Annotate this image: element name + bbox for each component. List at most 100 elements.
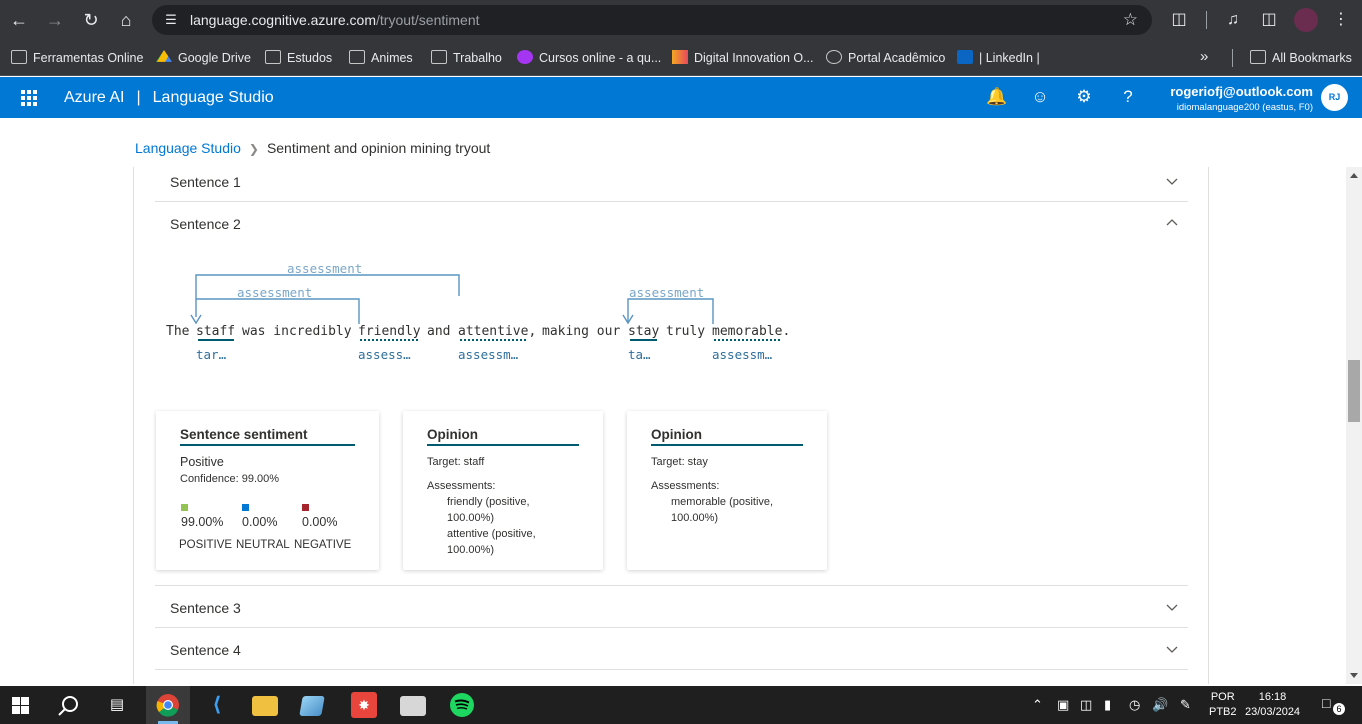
back-arrow-icon[interactable]: ← bbox=[7, 8, 31, 32]
opinion-card: Opinion Target: stay Assessments: memora… bbox=[627, 411, 827, 570]
bookmark-label: Portal Acadêmico bbox=[848, 51, 946, 65]
system-clock[interactable]: 16:18 23/03/2024 bbox=[1245, 690, 1300, 720]
neutral-legend-swatch bbox=[242, 504, 249, 511]
more-bookmarks-icon[interactable]: » bbox=[1200, 48, 1208, 65]
all-bookmarks-button[interactable]: All Bookmarks bbox=[1250, 49, 1352, 67]
negative-label: NEGATIVE bbox=[294, 539, 352, 551]
side-panel-icon[interactable]: ◫ bbox=[1257, 8, 1281, 32]
windows-start-icon[interactable] bbox=[12, 697, 29, 714]
card-title: Sentence sentiment bbox=[180, 427, 308, 442]
card-title-underline bbox=[427, 444, 579, 446]
bookmark-item[interactable]: Estudos bbox=[265, 49, 332, 67]
tray-overflow-icon[interactable]: ⌃ bbox=[1032, 697, 1043, 713]
help-icon[interactable]: ? bbox=[1118, 87, 1138, 107]
url-path: /tryout/sentiment bbox=[376, 12, 480, 28]
browser-menu-icon[interactable]: ⋮ bbox=[1329, 8, 1353, 32]
site-info-icon[interactable]: ☰ bbox=[162, 11, 180, 29]
spotify-icon[interactable] bbox=[450, 693, 474, 717]
app-launcher-icon[interactable] bbox=[21, 90, 37, 106]
bookmark-label: Trabalho bbox=[453, 51, 502, 65]
bookmark-item[interactable]: | LinkedIn | bbox=[957, 49, 1040, 67]
user-email[interactable]: rogeriofj@outlook.com bbox=[1170, 84, 1313, 99]
dio-icon bbox=[672, 50, 688, 64]
card-title-underline bbox=[180, 444, 355, 446]
bookmarks-divider bbox=[1232, 49, 1233, 67]
assessment-arc bbox=[195, 274, 460, 317]
forward-arrow-icon[interactable]: → bbox=[43, 8, 67, 32]
bookmark-item[interactable]: Trabalho bbox=[431, 49, 502, 67]
app-icon[interactable]: ✸ bbox=[351, 692, 377, 718]
bookmark-label: Google Drive bbox=[178, 51, 251, 65]
bookmark-item[interactable]: Portal Acadêmico bbox=[826, 49, 945, 67]
bookmark-item[interactable]: Ferramentas Online bbox=[11, 49, 143, 67]
home-icon[interactable]: ⌂ bbox=[114, 8, 138, 32]
url-text[interactable]: language.cognitive.azure.com/tryout/sent… bbox=[190, 12, 480, 28]
notepad-icon[interactable] bbox=[299, 696, 325, 716]
token: and bbox=[427, 324, 450, 339]
battery-icon[interactable]: ▮ bbox=[1104, 697, 1111, 713]
scroll-up-arrow-icon[interactable] bbox=[1350, 173, 1358, 178]
extensions-icon[interactable]: ◫ bbox=[1167, 8, 1191, 32]
bookmark-star-icon[interactable]: ☆ bbox=[1123, 10, 1138, 30]
sentiment-confidence: Confidence: 99.00% bbox=[180, 473, 280, 485]
token-assessment: friendly bbox=[358, 324, 421, 339]
pen-icon[interactable]: ✎ bbox=[1180, 697, 1191, 713]
folder-icon bbox=[349, 50, 365, 64]
browser-profile-icon[interactable] bbox=[1294, 8, 1318, 32]
avatar[interactable]: RJ bbox=[1321, 84, 1348, 111]
token: truly bbox=[666, 324, 705, 339]
assessment-item: 100.00%) bbox=[671, 512, 719, 524]
chrome-icon[interactable] bbox=[156, 693, 180, 717]
app-window-icon[interactable] bbox=[400, 696, 426, 716]
token-tag: assessm… bbox=[458, 347, 519, 362]
file-explorer-icon[interactable] bbox=[252, 696, 278, 716]
bookmark-item[interactable]: Animes bbox=[349, 49, 413, 67]
language-indicator[interactable]: POR PTB2 bbox=[1209, 690, 1237, 720]
brand-separator: | bbox=[136, 89, 141, 106]
neutral-label: NEUTRAL bbox=[236, 539, 290, 551]
positive-score: 99.00% bbox=[181, 515, 224, 529]
card-title: Opinion bbox=[427, 427, 478, 442]
scroll-down-arrow-icon[interactable] bbox=[1350, 673, 1358, 678]
page-scrollbar[interactable] bbox=[1346, 167, 1362, 684]
token-target: stay bbox=[628, 324, 659, 339]
opinion-target: Target: stay bbox=[651, 456, 708, 468]
opinion-target: Target: staff bbox=[427, 456, 485, 468]
results-panel: Sentence 1 Sentence 2 assessment assessm… bbox=[133, 167, 1209, 684]
udemy-icon bbox=[517, 50, 533, 64]
brand-name: Azure AI bbox=[64, 89, 125, 106]
bookmark-item[interactable]: Google Drive bbox=[156, 49, 251, 67]
search-icon[interactable] bbox=[58, 695, 80, 717]
assessment-item: 100.00%) bbox=[447, 512, 495, 524]
wifi-icon[interactable]: ◷ bbox=[1129, 697, 1140, 713]
breadcrumb-root-link[interactable]: Language Studio bbox=[135, 140, 241, 156]
address-bar[interactable]: ☰ language.cognitive.azure.com/tryout/se… bbox=[152, 5, 1152, 35]
bookmark-item[interactable]: Cursos online - a qu... bbox=[517, 49, 661, 67]
windows-taskbar: ▤ ⟨ ✸ ⌃ ▣ ◫ ▮ ◷ 🔊 ✎ POR PTB2 16:18 23/03… bbox=[0, 686, 1362, 724]
user-resource: idiomalanguage200 (eastus, F0) bbox=[1176, 102, 1313, 113]
notification-center-icon[interactable]: □ 6 bbox=[1322, 695, 1345, 715]
url-host: language.cognitive.azure.com bbox=[190, 12, 377, 28]
reload-icon[interactable]: ↻ bbox=[79, 8, 103, 32]
bookmarks-bar: Ferramentas Online Google Drive Estudos … bbox=[0, 40, 1362, 76]
token: The bbox=[166, 324, 190, 339]
sentence-accordion-4[interactable]: Sentence 4 bbox=[155, 628, 1188, 670]
vscode-icon[interactable]: ⟨ bbox=[204, 692, 230, 718]
task-view-icon[interactable]: ▤ bbox=[104, 692, 130, 718]
assessment-item: attentive (positive, bbox=[447, 528, 536, 540]
media-control-icon[interactable]: ♫ bbox=[1221, 8, 1245, 32]
arc-label: assessment bbox=[237, 285, 312, 300]
tray-display-icon[interactable]: ◫ bbox=[1080, 697, 1092, 713]
feedback-smiley-icon[interactable]: ☺ bbox=[1030, 87, 1050, 107]
neutral-score: 0.00% bbox=[242, 515, 278, 529]
arc-label: assessment bbox=[629, 285, 704, 300]
bookmark-item[interactable]: Digital Innovation O... bbox=[672, 49, 814, 67]
settings-gear-icon[interactable]: ⚙ bbox=[1074, 87, 1094, 107]
sentence-accordion-3[interactable]: Sentence 3 bbox=[155, 586, 1188, 628]
notifications-bell-icon[interactable]: 🔔 bbox=[986, 87, 1007, 107]
volume-icon[interactable]: 🔊 bbox=[1152, 697, 1168, 713]
tray-app-icon[interactable]: ▣ bbox=[1057, 697, 1069, 713]
brand-title[interactable]: Azure AI | Language Studio bbox=[64, 89, 274, 107]
bookmark-label: Cursos online - a qu... bbox=[539, 51, 662, 65]
scrollbar-thumb[interactable] bbox=[1348, 360, 1360, 422]
